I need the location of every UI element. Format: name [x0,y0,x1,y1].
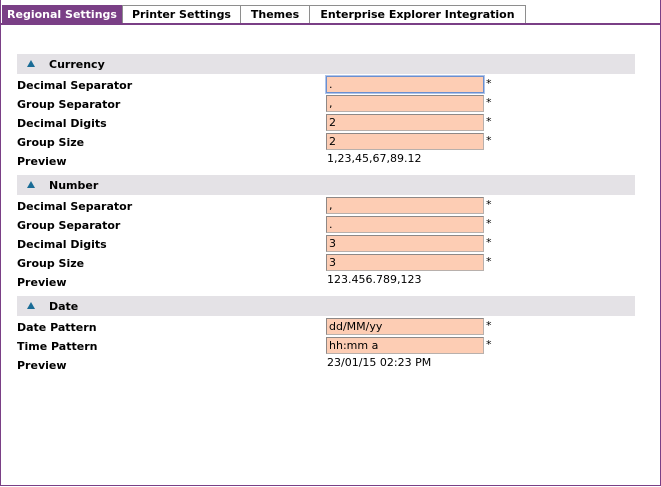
number-preview-label: Preview [17,276,67,289]
tab-regional-settings[interactable]: Regional Settings [2,5,122,24]
number-decimal-separator-input[interactable] [326,197,484,214]
required-mark: * [486,338,492,351]
currency-decimal-digits-label: Decimal Digits [17,117,107,130]
currency-group-size-label: Group Size [17,136,85,149]
currency-group-size-input[interactable] [326,133,484,150]
tab-enterprise-explorer-integration[interactable]: Enterprise Explorer Integration [309,5,526,23]
collapse-triangle-icon[interactable] [27,60,35,67]
required-mark: * [486,198,492,211]
time-pattern-input[interactable] [326,337,484,354]
date-pattern-input[interactable] [326,318,484,335]
tab-bar-underline [0,23,661,25]
required-mark: * [486,96,492,109]
required-mark: * [486,217,492,230]
number-section-header[interactable]: Number [17,175,635,195]
date-preview-value: 23/01/15 02:23 PM [327,356,432,369]
number-decimal-separator-label: Decimal Separator [17,200,133,213]
tab-bar: Regional Settings Printer Settings Theme… [0,5,661,24]
collapse-triangle-icon[interactable] [27,181,35,188]
required-mark: * [486,319,492,332]
currency-group-separator-input[interactable] [326,95,484,112]
date-pattern-label: Date Pattern [17,321,97,334]
currency-section-header[interactable]: Currency [17,54,635,74]
number-group-separator-input[interactable] [326,216,484,233]
required-mark: * [486,255,492,268]
collapse-triangle-icon[interactable] [27,302,35,309]
currency-section-title: Currency [49,58,105,71]
tab-themes[interactable]: Themes [240,5,310,23]
currency-decimal-separator-label: Decimal Separator [17,79,133,92]
currency-preview-value: 1,23,45,67,89.12 [327,152,422,165]
required-mark: * [486,134,492,147]
currency-decimal-separator-input[interactable] [326,76,484,93]
required-mark: * [486,236,492,249]
currency-preview-label: Preview [17,155,67,168]
number-section-title: Number [49,179,99,192]
required-mark: * [486,77,492,90]
number-decimal-digits-label: Decimal Digits [17,238,107,251]
date-section-title: Date [49,300,79,313]
currency-decimal-digits-input[interactable] [326,114,484,131]
number-decimal-digits-input[interactable] [326,235,484,252]
currency-group-separator-label: Group Separator [17,98,121,111]
number-group-size-input[interactable] [326,254,484,271]
number-preview-value: 123.456.789,123 [327,273,422,286]
number-group-size-label: Group Size [17,257,85,270]
tab-printer-settings[interactable]: Printer Settings [122,5,241,23]
date-section-header[interactable]: Date [17,296,635,316]
time-pattern-label: Time Pattern [17,340,98,353]
date-preview-label: Preview [17,359,67,372]
required-mark: * [486,115,492,128]
number-group-separator-label: Group Separator [17,219,121,232]
